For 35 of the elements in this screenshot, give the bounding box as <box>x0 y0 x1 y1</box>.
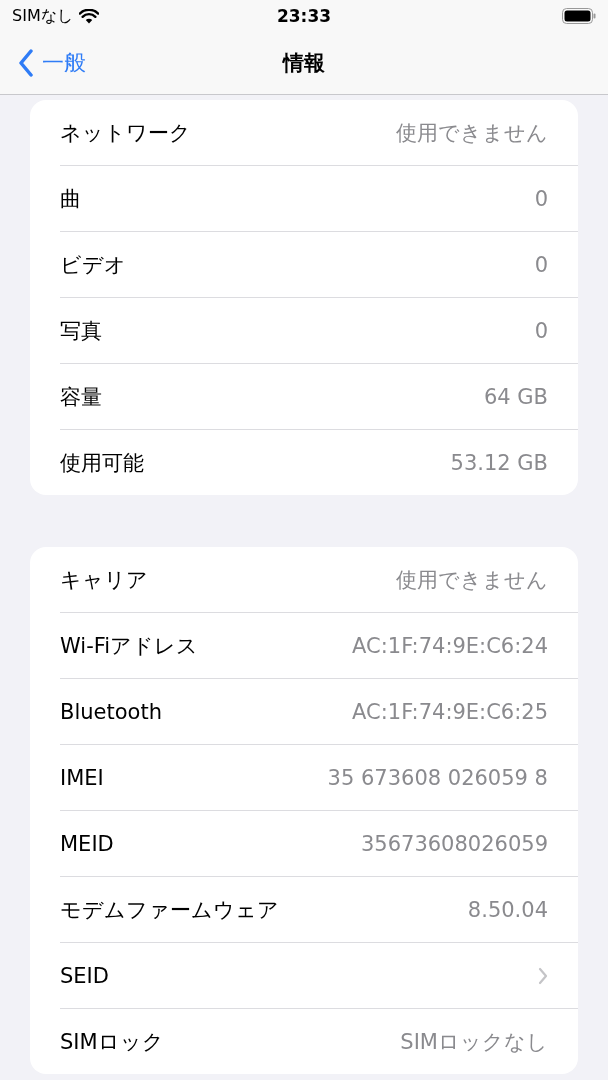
row-label: SEID <box>60 963 109 988</box>
row-label: モデムファームウェア <box>60 896 279 924</box>
row-label: キャリア <box>60 566 148 594</box>
row-value: 35 673608 026059 8 <box>327 765 548 790</box>
row-value: AC:1F:74:9E:C6:25 <box>352 699 548 724</box>
row-value: SIMロックなし <box>400 1028 548 1056</box>
row-label: 写真 <box>60 317 102 345</box>
row-value: 使用できません <box>396 119 548 147</box>
row-value: 53.12 GB <box>450 450 548 475</box>
row-label: 容量 <box>60 383 102 411</box>
back-chevron-icon <box>18 49 34 77</box>
row-value: 0 <box>534 186 548 211</box>
row-value: 0 <box>534 318 548 343</box>
row-value: 使用できません <box>396 566 548 594</box>
clock-time: 23:33 <box>276 6 332 26</box>
row-label: Wi-Fiアドレス <box>60 632 199 660</box>
row-label: IMEI <box>60 765 104 790</box>
wifi-icon <box>78 8 99 24</box>
row-label: MEID <box>60 831 114 856</box>
row-label: Bluetooth <box>60 699 162 724</box>
row-value: 35673608026059 <box>360 831 548 856</box>
row-label: ネットワーク <box>60 119 191 147</box>
row-label: 使用可能 <box>60 449 144 477</box>
row-value: 0 <box>534 252 548 277</box>
row-label: 曲 <box>60 185 81 213</box>
chevron-icon <box>538 966 548 985</box>
row-label: ビデオ <box>60 251 126 279</box>
row-value: 8.50.04 <box>467 897 548 922</box>
battery-icon <box>562 8 596 24</box>
row-value: AC:1F:74:9E:C6:24 <box>352 633 548 658</box>
carrier-text: SIMなし <box>12 5 73 27</box>
row-value: 64 GB <box>483 384 548 409</box>
row-label: SIMロック <box>60 1028 164 1056</box>
page-title: 情報 <box>283 50 325 77</box>
back-button[interactable]: 一般 <box>18 48 86 78</box>
